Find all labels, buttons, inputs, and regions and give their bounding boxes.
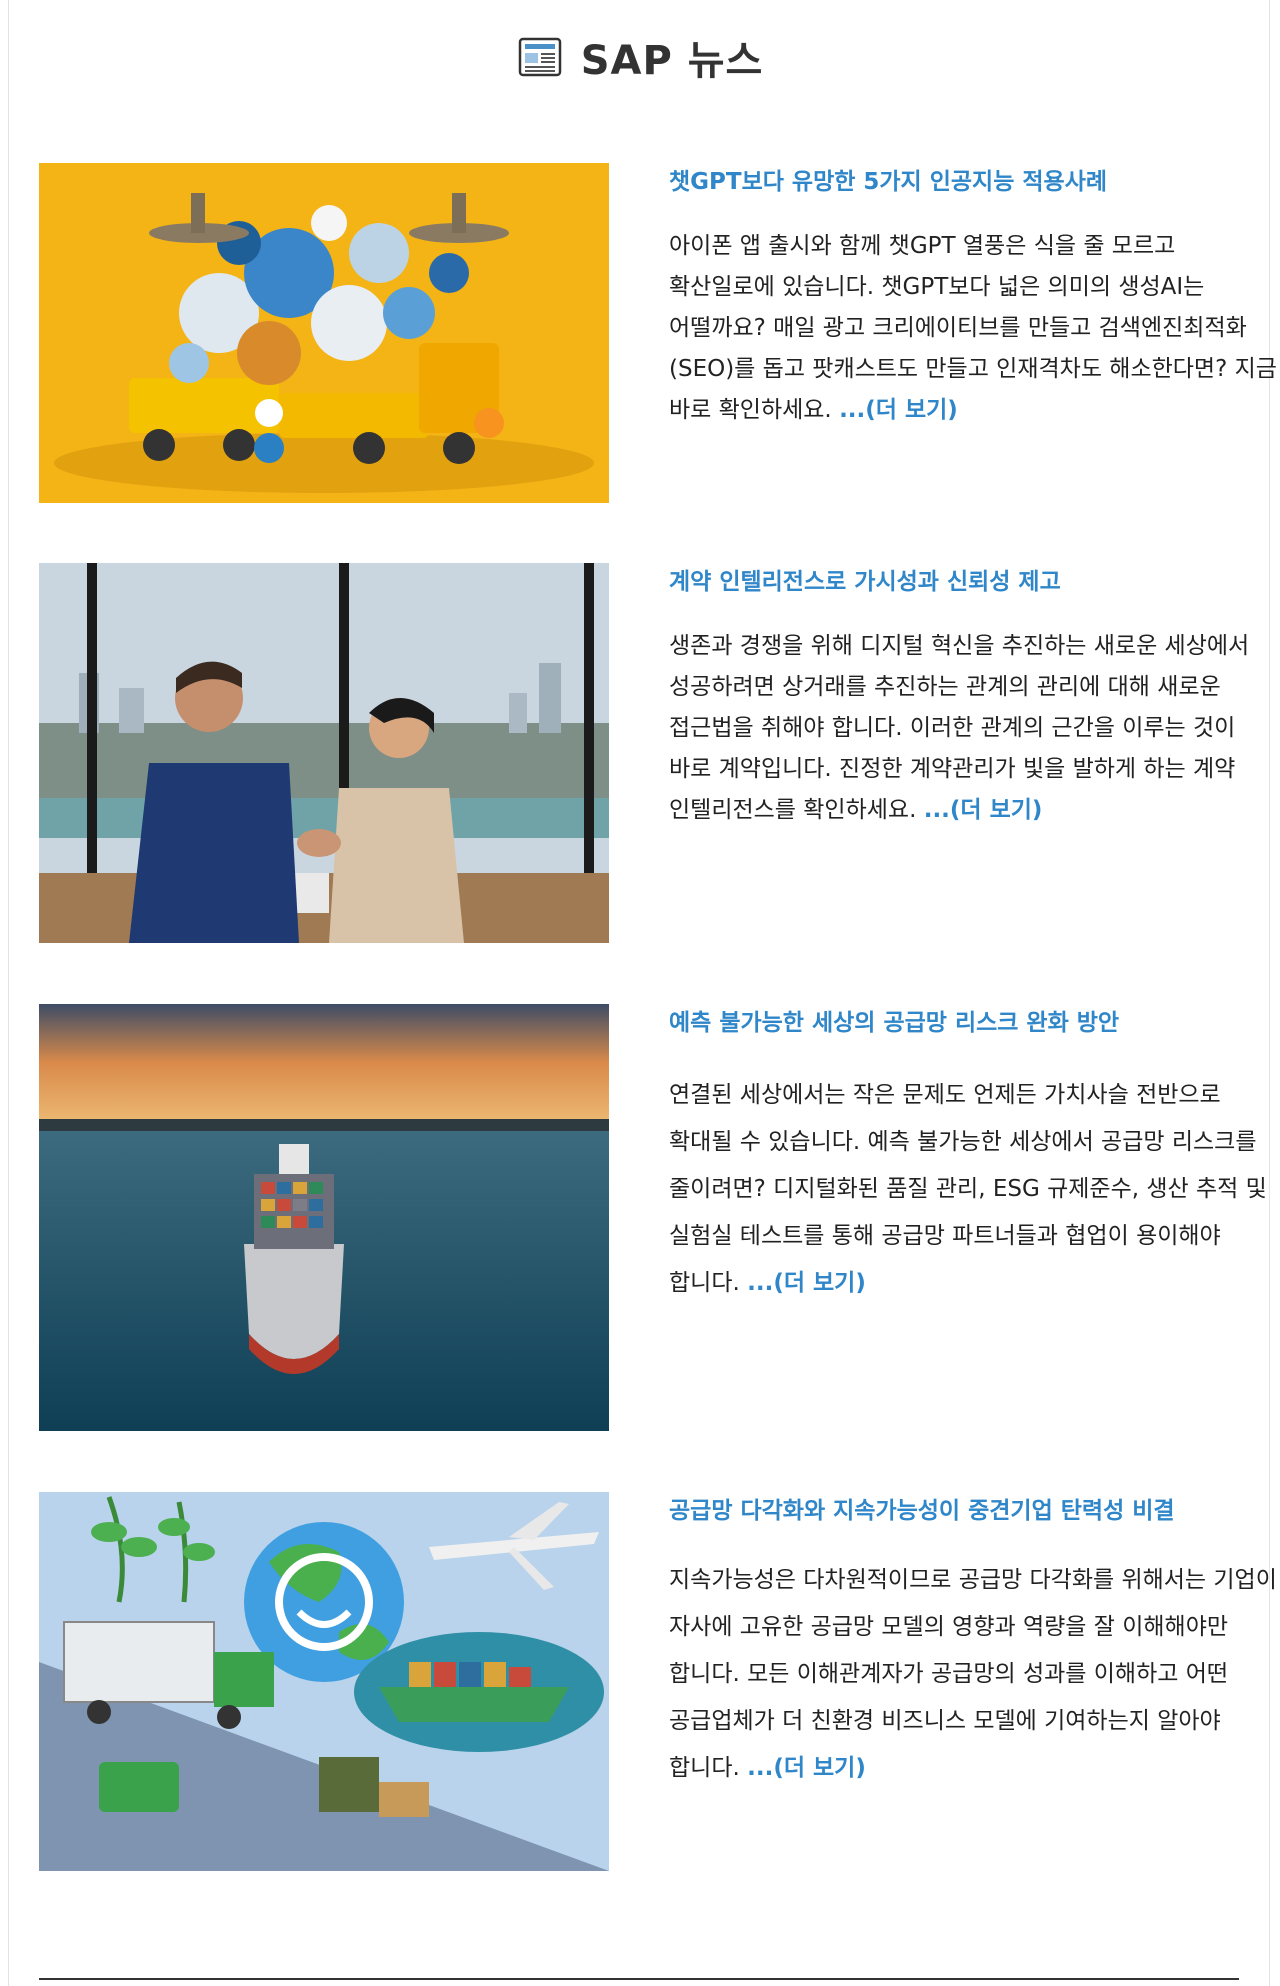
article-summary: 생존과 경쟁을 위해 디지털 혁신을 추진하는 새로운 세상에서 성공하려면 상…: [669, 626, 1277, 831]
news-article: 예측 불가능한 세상의 공급망 리스크 완화 방안 연결된 세상에서는 작은 문…: [39, 1004, 1267, 1431]
article-summary-text: 생존과 경쟁을 위해 디지털 혁신을 추진하는 새로운 세상에서 성공하려면 상…: [669, 633, 1250, 823]
article-text: 예측 불가능한 세상의 공급망 리스크 완화 방안 연결된 세상에서는 작은 문…: [669, 1004, 1277, 1307]
read-more-link[interactable]: ...(더 보기): [747, 1270, 866, 1296]
article-summary: 아이폰 앱 출시와 함께 챗GPT 열풍은 식을 줄 모르고 확산일로에 있습니…: [669, 226, 1277, 431]
article-thumbnail-handshake[interactable]: [39, 563, 609, 943]
article-text: 계약 인텔리전스로 가시성과 신뢰성 제고 생존과 경쟁을 위해 디지털 혁신을…: [669, 563, 1277, 831]
article-title[interactable]: 예측 불가능한 세상의 공급망 리스크 완화 방안: [669, 1000, 1277, 1047]
read-more-link[interactable]: ...(더 보기): [924, 797, 1043, 823]
read-more-link[interactable]: ...(더 보기): [747, 1755, 866, 1781]
news-article: 챗GPT보다 유망한 5가지 인공지능 적용사례 아이폰 앱 출시와 함께 챗G…: [39, 163, 1277, 503]
news-article: 계약 인텔리전스로 가시성과 신뢰성 제고 생존과 경쟁을 위해 디지털 혁신을…: [39, 563, 1249, 943]
article-text: 공급망 다각화와 지속가능성이 중견기업 탄력성 비결 지속가능성은 다차원적이…: [669, 1492, 1277, 1792]
bottom-divider: [39, 1978, 1239, 1980]
news-article: 공급망 다각화와 지속가능성이 중견기업 탄력성 비결 지속가능성은 다차원적이…: [39, 1492, 1277, 1932]
read-more-link[interactable]: ...(더 보기): [839, 397, 958, 423]
newspaper-icon: [518, 37, 561, 77]
article-title[interactable]: 챗GPT보다 유망한 5가지 인공지능 적용사례: [669, 159, 1277, 206]
article-title[interactable]: 계약 인텔리전스로 가시성과 신뢰성 제고: [669, 559, 1277, 606]
article-text: 챗GPT보다 유망한 5가지 인공지능 적용사례 아이폰 앱 출시와 함께 챗G…: [669, 163, 1277, 431]
article-thumbnail-cargo-ship[interactable]: [39, 1004, 609, 1431]
article-summary-text: 연결된 세상에서는 작은 문제도 언제든 가치사슬 전반으로 확대될 수 있습니…: [669, 1082, 1267, 1296]
page-header: SAP 뉴스: [0, 22, 1280, 92]
article-title[interactable]: 공급망 다각화와 지속가능성이 중견기업 탄력성 비결: [669, 1488, 1277, 1535]
page-title: SAP 뉴스: [580, 38, 764, 84]
article-thumbnail-ai[interactable]: [39, 163, 609, 503]
article-summary-text: 지속가능성은 다차원적이므로 공급망 다각화를 위해서는 기업이 자사에 고유한…: [669, 1567, 1277, 1781]
article-summary-text: 아이폰 앱 출시와 함께 챗GPT 열풍은 식을 줄 모르고 확산일로에 있습니…: [669, 233, 1277, 423]
article-summary: 연결된 세상에서는 작은 문제도 언제든 가치사슬 전반으로 확대될 수 있습니…: [669, 1072, 1277, 1307]
article-thumbnail-supply-chain[interactable]: [39, 1492, 609, 1871]
article-summary: 지속가능성은 다차원적이므로 공급망 다각화를 위해서는 기업이 자사에 고유한…: [669, 1557, 1277, 1792]
